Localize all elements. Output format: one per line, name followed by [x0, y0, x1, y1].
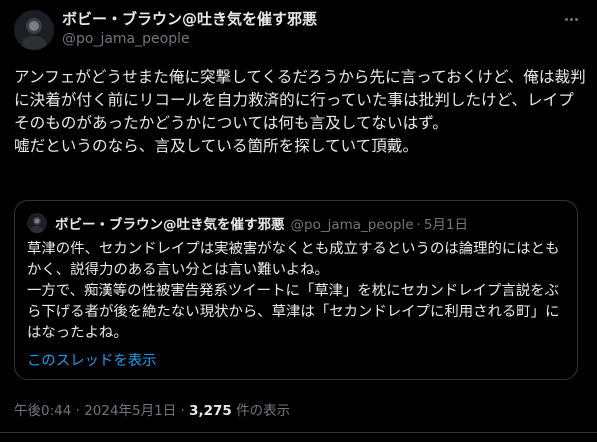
- quoted-separator: ·: [416, 217, 421, 233]
- tweet-time[interactable]: 午後0:44: [14, 403, 71, 419]
- meta-separator: ·: [71, 403, 85, 419]
- tweet-paragraph: アンフェがどうせまた俺に突撃してくるだろうから先に言っておくけど、俺は裁判に決着…: [14, 68, 586, 132]
- meta-separator: ·: [176, 403, 190, 419]
- tweet-date[interactable]: 2024年5月1日: [84, 403, 176, 419]
- quoted-avatar: [27, 213, 47, 233]
- more-options-icon[interactable]: [560, 8, 582, 30]
- quoted-header: ボビー・ブラウン@吐き気を催す邪悪 @po_jama_people · 5月1日: [55, 213, 468, 233]
- quoted-handle: @po_jama_people: [290, 217, 414, 233]
- tweet-meta: 午後0:44 · 2024年5月1日 · 3,275 件の表示: [14, 399, 290, 419]
- quoted-text: 草津の件、セカンドレイプは実被害がなくとも成立するというのは論理的にはともかく、…: [27, 239, 567, 344]
- quoted-tweet-card[interactable]: ボビー・ブラウン@吐き気を催す邪悪 @po_jama_people · 5月1日 草津…: [14, 200, 578, 380]
- quoted-date: 5月1日: [423, 217, 469, 233]
- author-handle[interactable]: @po_jama_people: [62, 31, 190, 47]
- avatar[interactable]: [14, 10, 54, 50]
- tweet-text: アンフェがどうせまた俺に突撃してくるだろうから先に言っておくけど、俺は裁判に決着…: [14, 66, 586, 158]
- quoted-display-name: ボビー・ブラウン@吐き気を催す邪悪: [55, 217, 285, 233]
- quoted-paragraph: 草津の件、セカンドレイプは実被害がなくとも成立するというのは論理的にはともかく、…: [27, 241, 560, 278]
- quoted-paragraph: 一方で、痴漢等の性被害告発系ツイートに「草津」を枕にセカンドレイプ言説をぶら下げ…: [27, 283, 560, 341]
- show-thread-link[interactable]: このスレッドを表示: [27, 349, 157, 370]
- author-display-name[interactable]: ボビー・ブラウン@吐き気を催す邪悪: [62, 8, 317, 29]
- tweet-paragraph: 嘘だというのなら、言及している箇所を探していて頂戴。: [14, 137, 419, 155]
- divider: [0, 432, 597, 433]
- views-label: 件の表示: [231, 403, 291, 419]
- views-count[interactable]: 3,275: [189, 403, 232, 419]
